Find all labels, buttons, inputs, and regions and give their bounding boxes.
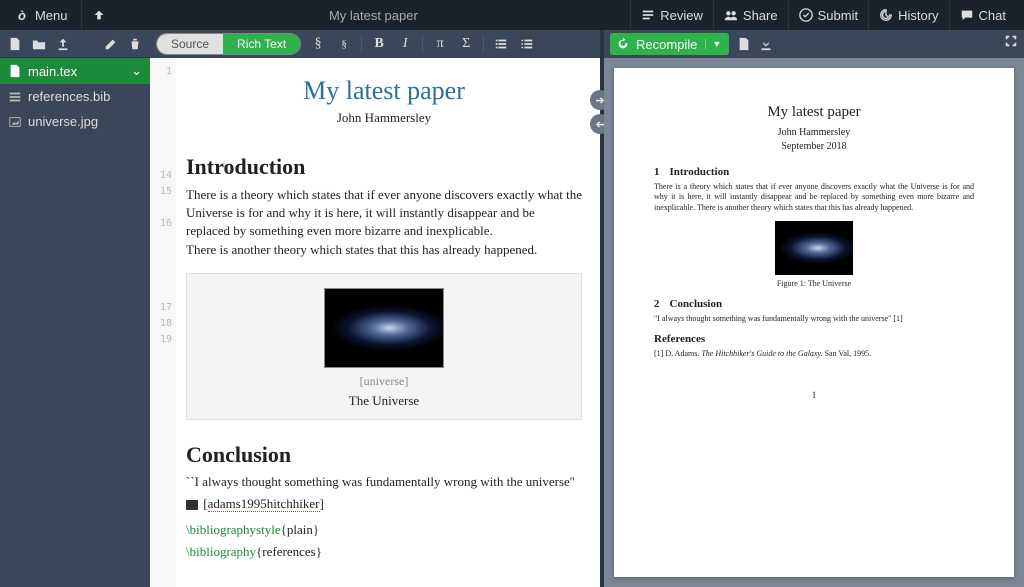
document-content[interactable]: My latest paper John Hammersley Introduc… — [176, 58, 600, 587]
project-title: My latest paper — [116, 8, 630, 23]
delete-icon[interactable] — [128, 37, 142, 51]
file-list: main.tex ⌄ references.bib universe.jpg — [0, 58, 150, 587]
image-icon — [8, 115, 22, 129]
section-heading-intro: Introduction — [186, 154, 582, 180]
pdf-date: September 2018 — [654, 141, 974, 152]
submit-button[interactable]: Submit — [788, 0, 868, 30]
doc-title: My latest paper — [186, 76, 582, 106]
rename-icon[interactable] — [104, 37, 118, 51]
pdf-viewer[interactable]: My latest paper John Hammersley Septembe… — [604, 58, 1024, 587]
pdf-title: My latest paper — [654, 104, 974, 121]
italic-icon[interactable]: I — [396, 36, 414, 52]
file-icon — [8, 64, 22, 78]
refresh-icon — [616, 37, 630, 51]
logs-icon[interactable] — [737, 37, 751, 51]
pdf-ref-1: [1] D. Adams. The Hitchhiker's Guide to … — [654, 349, 974, 358]
citation-line: [adams1995hitchhiker] — [186, 496, 582, 512]
pdf-page: My latest paper John Hammersley Septembe… — [614, 68, 1014, 577]
pdf-figure-image — [775, 221, 853, 275]
editor-area[interactable]: 114151617181925262728293031 My latest pa… — [150, 58, 600, 587]
pdf-para-1: There is a theory which states that if e… — [654, 182, 974, 213]
book-icon — [186, 500, 198, 510]
file-panel: main.tex ⌄ references.bib universe.jpg — [0, 30, 150, 587]
numbered-list-icon[interactable] — [492, 37, 510, 51]
section-icon[interactable]: § — [309, 36, 327, 52]
download-icon[interactable] — [759, 37, 773, 51]
richtext-mode-tab[interactable]: Rich Text — [223, 34, 300, 54]
figure-image — [324, 288, 444, 368]
new-file-icon[interactable] — [8, 37, 22, 51]
file-item-universe-jpg[interactable]: universe.jpg — [0, 109, 150, 134]
upload-icon[interactable] — [56, 37, 70, 51]
pdf-toolbar: Recompile ▼ — [604, 30, 1024, 58]
share-button[interactable]: Share — [713, 0, 788, 30]
share-icon — [724, 8, 738, 22]
intro-paragraph-1: There is a theory which states that if e… — [186, 186, 582, 241]
file-toolbar — [0, 30, 150, 58]
pdf-section-2: 2Conclusion — [654, 298, 974, 310]
file-item-main-tex[interactable]: main.tex ⌄ — [0, 58, 150, 84]
editor-column: Source Rich Text § § B I π Σ 11415161718… — [150, 30, 600, 587]
menu-button[interactable]: ò Menu — [8, 0, 77, 30]
subsection-icon[interactable]: § — [335, 38, 353, 50]
figure-block: [universe] The Universe — [186, 273, 582, 420]
fullscreen-icon[interactable] — [1004, 34, 1018, 48]
overleaf-logo-icon: ò — [18, 8, 26, 23]
bullet-list-icon[interactable] — [518, 37, 536, 51]
pdf-figure: Figure 1: The Universe — [654, 221, 974, 288]
inline-math-icon[interactable]: π — [431, 36, 449, 52]
chat-button[interactable]: Chat — [949, 0, 1016, 30]
chevron-down-icon[interactable]: ⌄ — [131, 63, 142, 79]
editor-toolbar: Source Rich Text § § B I π Σ — [150, 30, 600, 58]
pdf-refs-heading: References — [654, 333, 974, 345]
pdf-page-number: 1 — [654, 390, 974, 400]
bibstyle-line: \bibliographystyle{plain} — [186, 522, 582, 538]
chat-icon — [960, 8, 974, 22]
intro-paragraph-2: There is another theory which states tha… — [186, 241, 582, 259]
conclusion-quote: ``I always thought something was fundame… — [186, 474, 582, 490]
submit-icon — [799, 8, 813, 22]
pdf-author: John Hammersley — [654, 127, 974, 138]
recompile-button[interactable]: Recompile ▼ — [610, 33, 729, 55]
pdf-section-1: 1Introduction — [654, 166, 974, 178]
top-bar: ò Menu My latest paper Review Share Subm… — [0, 0, 1024, 30]
recompile-dropdown-icon[interactable]: ▼ — [705, 39, 721, 49]
bib-line: \bibliography{references} — [186, 544, 582, 560]
file-item-references-bib[interactable]: references.bib — [0, 84, 150, 109]
bold-icon[interactable]: B — [370, 36, 388, 52]
section-heading-conclusion: Conclusion — [186, 442, 582, 468]
figure-caption: The Universe — [201, 393, 567, 409]
display-math-icon[interactable]: Σ — [457, 36, 475, 52]
history-button[interactable]: History — [868, 0, 948, 30]
menu-label: Menu — [35, 8, 68, 23]
line-gutter: 114151617181925262728293031 — [150, 58, 176, 587]
review-button[interactable]: Review — [630, 0, 713, 30]
doc-author: John Hammersley — [186, 110, 582, 126]
list-icon — [8, 90, 22, 104]
source-mode-tab[interactable]: Source — [157, 34, 223, 54]
pdf-column: Recompile ▼ My latest paper John Hammers… — [604, 30, 1024, 587]
figure-label: [universe] — [201, 374, 567, 389]
pdf-figure-caption: Figure 1: The Universe — [654, 279, 974, 288]
mode-switch: Source Rich Text — [156, 33, 301, 55]
new-folder-icon[interactable] — [32, 37, 46, 51]
up-arrow-icon — [92, 8, 106, 22]
review-icon — [641, 8, 655, 22]
back-button[interactable] — [81, 0, 116, 30]
pdf-quote: "I always thought something was fundamen… — [654, 314, 974, 323]
history-icon — [879, 8, 893, 22]
